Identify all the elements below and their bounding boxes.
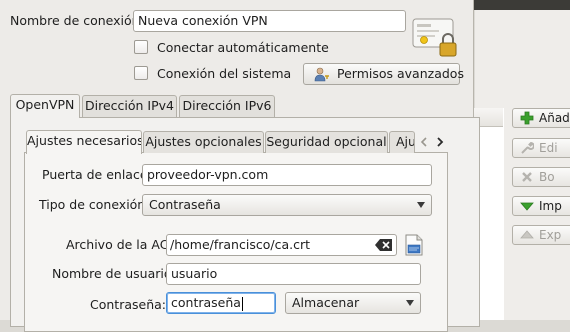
plus-icon [520, 111, 534, 125]
ca-file-value: /home/francisco/ca.crt [170, 237, 310, 252]
auto-connect-checkbox[interactable] [134, 40, 148, 54]
chevron-down-icon [417, 202, 425, 208]
advanced-permissions-button[interactable]: Permisos avanzados [303, 63, 464, 85]
tab-ipv6[interactable]: Dirección IPv6 [179, 95, 275, 117]
delete-button[interactable]: Bo [512, 167, 570, 187]
auto-connect-label: Conectar automáticamente [157, 40, 329, 55]
clear-field-icon[interactable] [375, 238, 393, 252]
edit-button-label: Edi [539, 141, 558, 155]
password-storage-select[interactable]: Almacenar [285, 292, 421, 314]
open-file-icon[interactable] [404, 234, 424, 256]
tab-ipv4-label: Dirección IPv4 [85, 98, 174, 113]
export-arrow-icon [520, 230, 534, 239]
delete-icon [522, 172, 532, 182]
tab-ipv6-label: Dirección IPv6 [182, 98, 272, 113]
system-connection-checkbox[interactable] [134, 66, 148, 80]
tab-ipv4[interactable]: Dirección IPv4 [82, 95, 177, 117]
gateway-label: Puerta de enlace: [42, 167, 152, 182]
gateway-field[interactable]: proveedor-vpn.com [142, 164, 432, 186]
edit-button[interactable]: Edi [512, 138, 570, 158]
connection-type-value: Contraseña [149, 197, 221, 212]
subtab-optional-settings[interactable]: Ajustes opcionales [143, 131, 264, 153]
import-arrow-icon [520, 202, 534, 211]
password-storage-value: Almacenar [292, 295, 360, 310]
subtab-optional-label: Ajustes opcionales [145, 134, 262, 149]
vpn-certificate-lock-icon [412, 18, 457, 57]
text-cursor [241, 296, 243, 311]
add-button[interactable]: Añad [512, 108, 570, 128]
user-keys-icon [314, 67, 329, 82]
connection-name-label: Nombre de conexión: [10, 13, 144, 28]
subtab-more-label: Aju [396, 134, 415, 149]
edit-vpn-dialog: Nombre de conexión: Nueva conexión VPN C… [0, 0, 480, 332]
subtab-required-label: Ajustes necesarios [27, 133, 142, 148]
password-value: contraseña [171, 295, 241, 310]
advanced-permissions-label: Permisos avanzados [337, 66, 464, 81]
connection-type-select[interactable]: Contraseña [142, 194, 432, 216]
tab-openvpn-label: OpenVPN [15, 97, 75, 112]
background-window-titlebar [470, 0, 570, 10]
connection-name-field[interactable]: Nueva conexión VPN [133, 10, 406, 32]
subtab-required-settings[interactable]: Ajustes necesarios [26, 130, 142, 154]
delete-button-label: Bo [539, 170, 555, 184]
ca-file-label: Archivo de la AC: [66, 237, 173, 252]
subtab-security-label: Seguridad opcional [266, 134, 387, 149]
password-field[interactable]: contraseña [166, 292, 276, 314]
import-button-label: Imp [539, 199, 562, 213]
connection-type-label: Tipo de conexión: [39, 197, 150, 212]
export-button[interactable]: Exp [512, 225, 570, 245]
subtab-optional-security[interactable]: Seguridad opcional [265, 131, 388, 153]
password-label: Contraseña: [90, 297, 166, 312]
tab-openvpn[interactable]: OpenVPN [10, 94, 80, 118]
wrench-icon [521, 141, 534, 154]
chevron-down-icon [406, 300, 414, 306]
system-connection-label: Conexión del sistema [157, 66, 292, 81]
export-button-label: Exp [539, 228, 562, 242]
username-label: Nombre de usuario: [52, 266, 176, 281]
tabs-scroll-left-icon[interactable] [417, 131, 431, 153]
add-button-label: Añad [539, 111, 570, 125]
tabs-scroll-right-icon[interactable] [433, 131, 447, 153]
username-field[interactable]: usuario [166, 263, 421, 285]
import-button[interactable]: Imp [512, 196, 570, 216]
ca-file-field[interactable]: /home/francisco/ca.crt [166, 234, 397, 256]
subtab-more-settings[interactable]: Aju [389, 131, 415, 153]
